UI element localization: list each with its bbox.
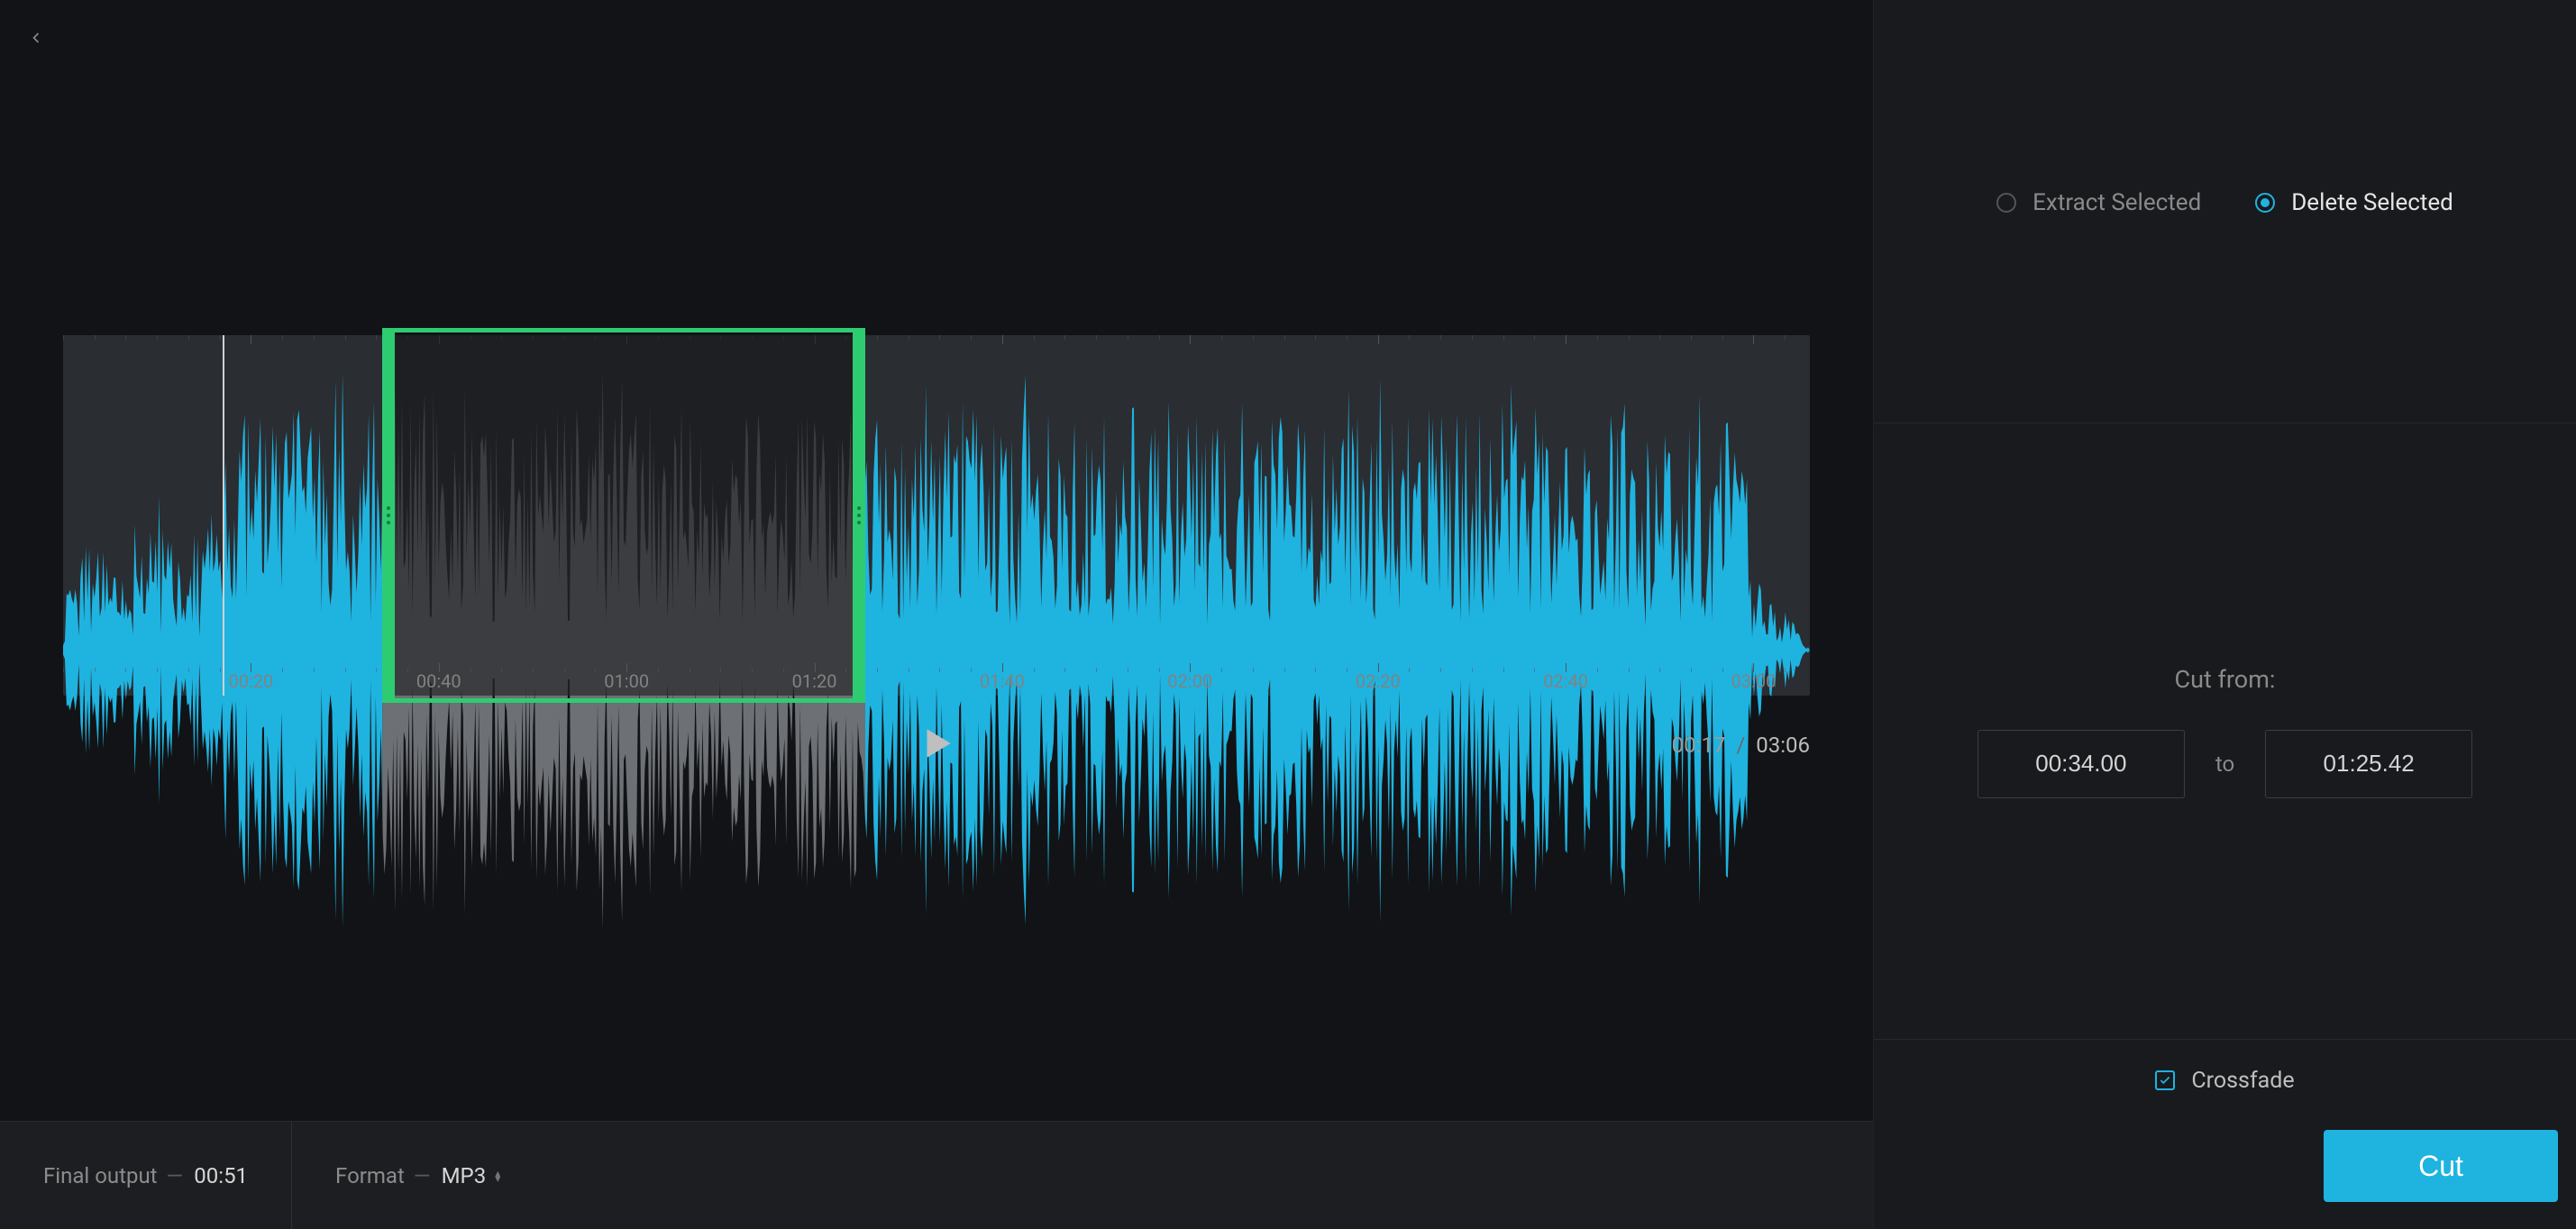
format-value: MP3 <box>442 1163 487 1188</box>
total-duration: 03:06 <box>1756 733 1810 758</box>
cut-from-title: Cut from: <box>2175 665 2276 694</box>
tick-label: 01:40 <box>980 670 1025 692</box>
tick-label: 00:20 <box>228 670 273 692</box>
current-time: 00:17 <box>1672 733 1726 758</box>
check-icon <box>2159 1074 2171 1087</box>
back-button[interactable] <box>20 22 52 54</box>
format-select[interactable]: MP3 ▴▾ <box>442 1163 501 1188</box>
sidebar: Extract Selected Delete Selected Cut fro… <box>1873 0 2576 1229</box>
radio-icon <box>2255 193 2275 213</box>
final-output-value: 00:51 <box>194 1163 248 1188</box>
tick-label: 03:00 <box>1731 670 1777 692</box>
extract-selected-radio[interactable]: Extract Selected <box>1996 189 2201 216</box>
playhead[interactable] <box>223 335 224 696</box>
cut-to-input[interactable] <box>2265 730 2472 798</box>
chevron-left-icon <box>27 29 45 47</box>
time-separator: / <box>1736 733 1745 758</box>
cut-inputs: to <box>1978 730 2472 798</box>
selection-handle-left[interactable] <box>382 332 395 698</box>
ruler-top <box>63 335 1810 348</box>
final-output-section: Final output — 00:51 <box>0 1122 292 1229</box>
main-editor: 00:20 00:40 01:00 01:20 01:40 02:00 02:20 02:40… <box>0 0 1873 1229</box>
waveform-area[interactable]: 00:20 00:40 01:00 01:20 01:40 02:00 02:20 02:40… <box>63 335 1810 696</box>
crossfade-label: Crossfade <box>2191 1068 2294 1094</box>
radio-icon <box>1996 193 2016 213</box>
radio-label: Extract Selected <box>2032 189 2201 216</box>
tick-label: 02:20 <box>1356 670 1401 692</box>
format-section: Format — MP3 ▴▾ <box>292 1122 544 1229</box>
cut-button[interactable]: Cut <box>2324 1130 2558 1202</box>
crossfade-panel: Crossfade <box>1874 1040 2576 1121</box>
final-output-label: Final output <box>43 1163 158 1188</box>
bottom-bar: Final output — 00:51 Format — MP3 ▴▾ <box>0 1121 1873 1229</box>
tick-label: 01:00 <box>604 670 649 692</box>
stepper-icon: ▴▾ <box>495 1170 500 1181</box>
radio-label: Delete Selected <box>2291 189 2453 216</box>
cut-action-row: Cut <box>1874 1121 2576 1229</box>
cut-panel: Cut from: to <box>1874 423 2576 1040</box>
selection-handle-right[interactable] <box>853 332 865 698</box>
mode-panel: Extract Selected Delete Selected <box>1874 0 2576 423</box>
tick-label: 02:40 <box>1543 670 1588 692</box>
cut-from-input[interactable] <box>1978 730 2185 798</box>
format-label: Format <box>335 1163 405 1188</box>
dash-separator: — <box>167 1163 186 1188</box>
tick-label: 01:20 <box>792 670 837 692</box>
ruler-bottom: 00:20 00:40 01:00 01:20 01:40 02:00 02:20 02:40… <box>63 660 1810 696</box>
transport-bar: 00:17 / 03:06 <box>63 705 1810 786</box>
dash-separator: — <box>414 1163 433 1188</box>
play-icon <box>918 724 955 762</box>
time-readout: 00:17 / 03:06 <box>1672 733 1810 758</box>
waveform-canvas <box>63 353 1810 947</box>
play-button[interactable] <box>918 724 955 766</box>
tick-label: 00:40 <box>416 670 461 692</box>
crossfade-checkbox[interactable] <box>2155 1070 2175 1090</box>
delete-selected-radio[interactable]: Delete Selected <box>2255 189 2453 216</box>
tick-label: 02:00 <box>1167 670 1212 692</box>
selection-overlay <box>382 335 865 696</box>
to-label: to <box>2215 751 2234 777</box>
